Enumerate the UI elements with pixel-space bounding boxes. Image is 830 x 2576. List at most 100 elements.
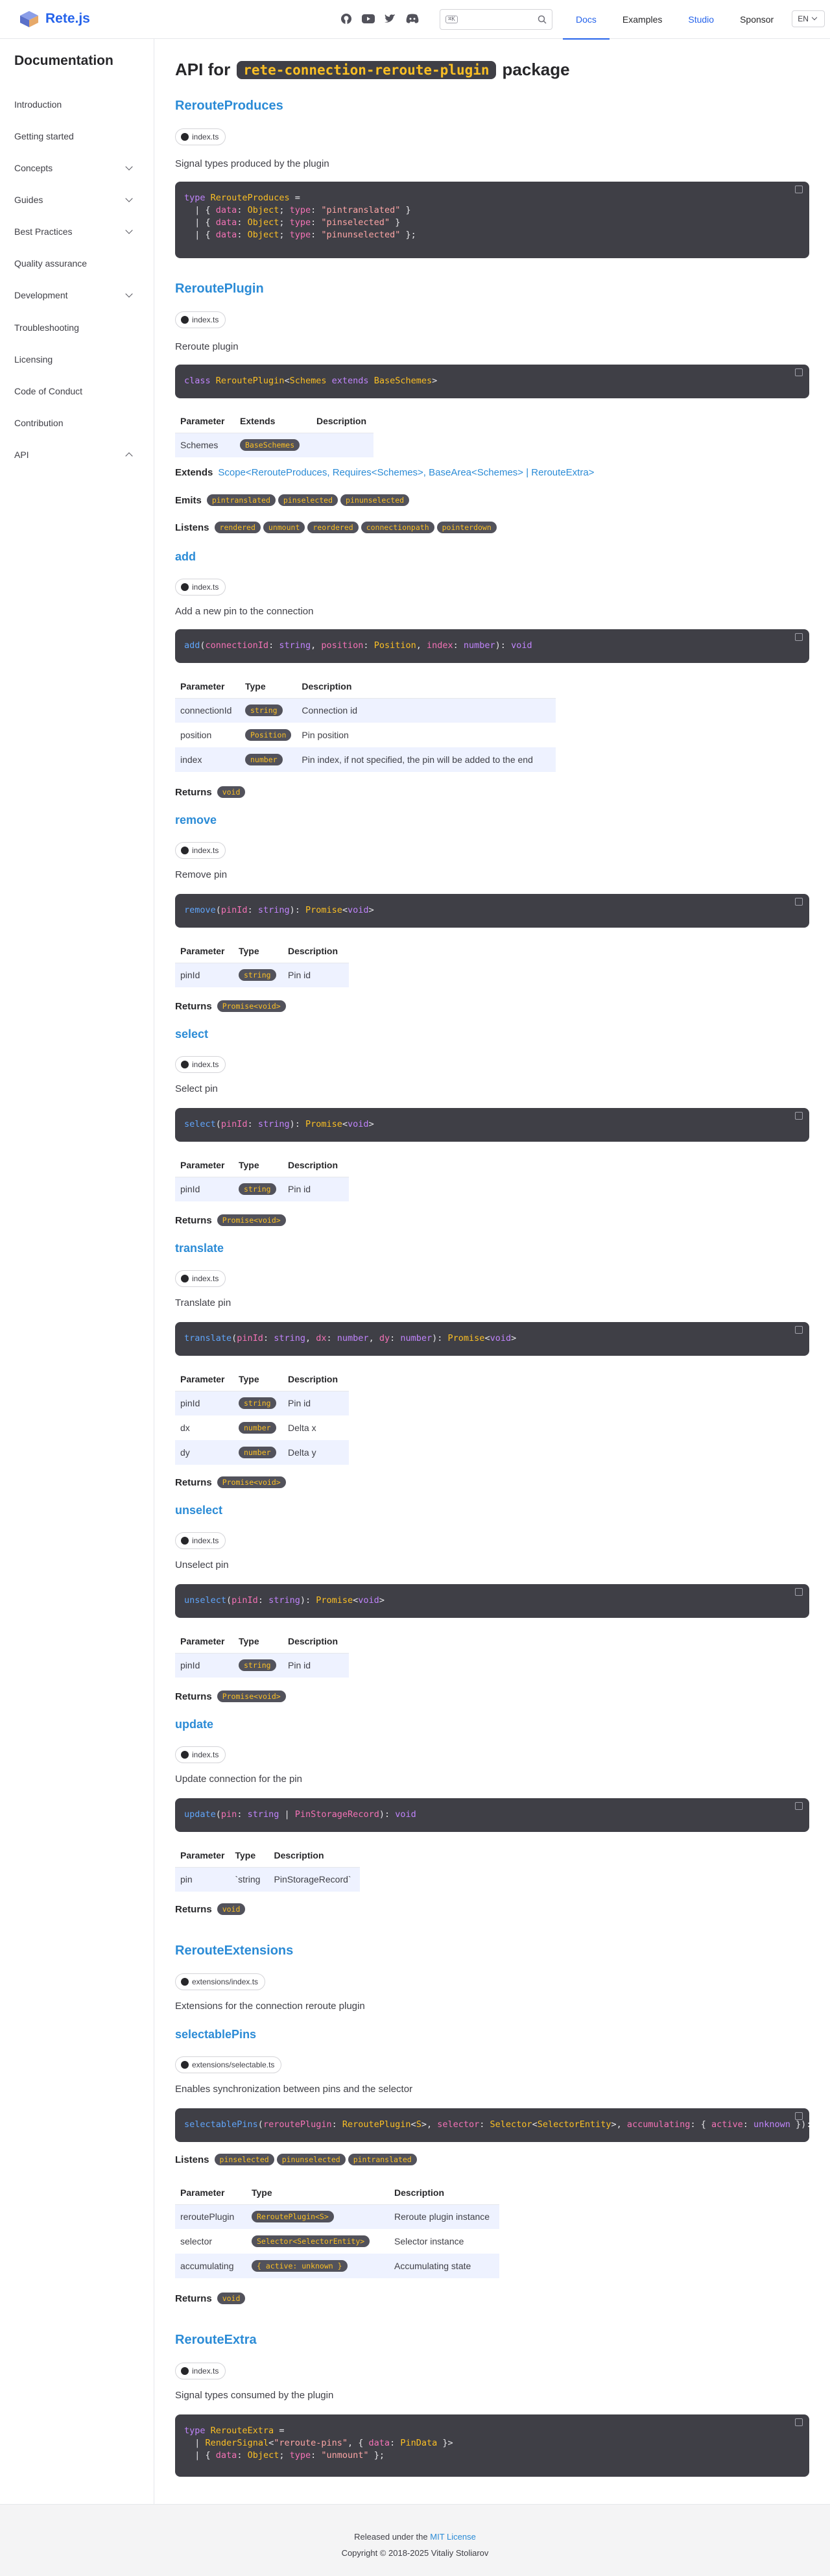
- section-reroute-extra[interactable]: RerouteExtra: [175, 2333, 257, 2348]
- sidebar-item-troubleshooting[interactable]: Troubleshooting: [14, 322, 134, 333]
- param-description: Connection id: [296, 698, 556, 723]
- method-unselect[interactable]: unselect: [175, 1504, 222, 1517]
- sidebar-item-contribution[interactable]: Contribution: [14, 418, 134, 428]
- param-type-cell: string: [233, 963, 283, 987]
- sidebar-item-introduction[interactable]: Introduction: [14, 99, 134, 110]
- sidebar-item-label: Licensing: [14, 354, 53, 365]
- copy-icon[interactable]: [795, 368, 803, 376]
- method-update[interactable]: update: [175, 1718, 213, 1731]
- search-input[interactable]: ⌘K: [440, 9, 552, 30]
- twitter-icon[interactable]: [383, 12, 397, 26]
- section-reroute-extensions[interactable]: RerouteExtensions: [175, 1944, 293, 1958]
- returns-line: Returns Promise<void>: [175, 1691, 286, 1702]
- section-reroute-produces[interactable]: RerouteProduces: [175, 99, 283, 114]
- column-header: Parameter: [175, 1367, 233, 1391]
- source-link[interactable]: index.ts: [175, 579, 226, 596]
- sidebar-item-quality-assurance[interactable]: Quality assurance: [14, 258, 134, 269]
- code-block: remove(pinId: string): Promise<void>: [175, 894, 809, 928]
- chevron-down-icon[interactable]: [125, 195, 133, 202]
- source-link[interactable]: extensions/selectable.ts: [175, 2056, 282, 2073]
- code-block: update(pin: string | PinStorageRecord): …: [175, 1798, 809, 1832]
- github-icon[interactable]: [339, 12, 353, 26]
- param-description: Pin id: [283, 1177, 349, 1201]
- method-add[interactable]: add: [175, 550, 196, 564]
- discord-icon[interactable]: [405, 12, 420, 26]
- column-header: Description: [389, 2181, 499, 2205]
- sidebar-item-api[interactable]: API: [14, 450, 134, 460]
- source-link[interactable]: index.ts: [175, 128, 226, 145]
- sidebar-item-getting-started[interactable]: Getting started: [14, 131, 134, 141]
- source-link[interactable]: index.ts: [175, 1056, 226, 1073]
- chevron-down-icon[interactable]: [125, 163, 133, 171]
- return-type-badge: Promise<void>: [217, 1691, 286, 1702]
- youtube-icon[interactable]: [361, 12, 375, 26]
- copy-icon[interactable]: [795, 2418, 803, 2426]
- param-name: Schemes: [175, 433, 235, 457]
- source-link[interactable]: index.ts: [175, 1270, 226, 1287]
- sidebar-item-licensing[interactable]: Licensing: [14, 354, 134, 365]
- return-type-badge: void: [217, 2293, 246, 2304]
- sidebar-item-guides[interactable]: Guides: [14, 195, 134, 205]
- sidebar-item-concepts[interactable]: Concepts: [14, 163, 134, 173]
- type-badge: number: [245, 754, 283, 765]
- description: Reroute plugin: [175, 341, 239, 352]
- nav-examples[interactable]: Examples: [610, 0, 675, 39]
- sidebar-title: Documentation: [14, 53, 113, 68]
- description: Enables synchronization between pins and…: [175, 2084, 413, 2095]
- search-icon: [538, 15, 547, 24]
- chevron-down-icon[interactable]: [125, 226, 133, 234]
- github-icon: [181, 847, 189, 854]
- copy-icon[interactable]: [795, 186, 803, 193]
- extends-label: Extends: [175, 467, 213, 478]
- nav-sponsor[interactable]: Sponsor: [727, 0, 787, 39]
- param-description: PinStorageRecord`: [268, 1867, 360, 1892]
- column-header: Description: [296, 675, 556, 699]
- params-table: Parameter Type Description pin `string PinSto…: [175, 1844, 360, 1892]
- extends-line: Extends Scope<RerouteProduces, Requires<S…: [175, 467, 594, 478]
- sidebar: Documentation Introduction Getting starte…: [0, 39, 154, 2504]
- sidebar-item-code-of-conduct[interactable]: Code of Conduct: [14, 386, 134, 396]
- copy-icon[interactable]: [795, 633, 803, 641]
- copy-icon[interactable]: [795, 898, 803, 906]
- logo[interactable]: Rete.js: [18, 9, 90, 29]
- type-badge: Position: [245, 729, 292, 741]
- source-link[interactable]: index.ts: [175, 1532, 226, 1549]
- sidebar-item-development[interactable]: Development: [14, 290, 134, 300]
- returns-label: Returns: [175, 1691, 212, 1702]
- copy-icon[interactable]: [795, 1326, 803, 1334]
- line-label: Listens: [175, 2154, 209, 2165]
- nav-studio[interactable]: Studio: [675, 0, 727, 39]
- column-header: Parameter: [175, 1153, 233, 1177]
- returns-label: Returns: [175, 2293, 212, 2304]
- source-link[interactable]: index.ts: [175, 311, 226, 328]
- source-link[interactable]: extensions/index.ts: [175, 1973, 266, 1990]
- extends-link[interactable]: Scope<RerouteProduces, Requires<Schemes>…: [218, 467, 594, 478]
- sidebar-item-best-practices[interactable]: Best Practices: [14, 226, 134, 237]
- function-selectable-pins[interactable]: selectablePins: [175, 2028, 256, 2041]
- param-name: pin: [175, 1867, 230, 1892]
- event-badge: reordered: [307, 522, 359, 533]
- method-select[interactable]: select: [175, 1028, 208, 1041]
- chevron-up-icon[interactable]: [125, 452, 133, 460]
- method-translate[interactable]: translate: [175, 1242, 224, 1255]
- source-file: index.ts: [192, 583, 219, 592]
- section-reroute-plugin[interactable]: ReroutePlugin: [175, 282, 264, 296]
- source-link[interactable]: index.ts: [175, 1746, 226, 1763]
- source-file: index.ts: [192, 315, 219, 324]
- source-link[interactable]: index.ts: [175, 842, 226, 859]
- chevron-down-icon[interactable]: [125, 290, 133, 298]
- copy-icon[interactable]: [795, 1588, 803, 1596]
- copy-icon[interactable]: [795, 1112, 803, 1120]
- nav-docs[interactable]: Docs: [563, 0, 610, 40]
- copy-icon[interactable]: [795, 1802, 803, 1810]
- footer-copyright: Copyright © 2018-2025 Vitaliy Stoliarov: [341, 2548, 489, 2558]
- mit-license-link[interactable]: MIT License: [430, 2532, 476, 2542]
- column-header: Type: [230, 1844, 269, 1868]
- source-link[interactable]: index.ts: [175, 2363, 226, 2379]
- copy-icon[interactable]: [795, 2112, 803, 2120]
- params-table: Parameter Type Description reroutePlugin Rer…: [175, 2181, 499, 2278]
- params-table: Parameter Type Description connectionId stri…: [175, 675, 556, 772]
- language-select[interactable]: EN: [792, 10, 825, 27]
- method-remove[interactable]: remove: [175, 813, 217, 827]
- param-name: index: [175, 747, 240, 772]
